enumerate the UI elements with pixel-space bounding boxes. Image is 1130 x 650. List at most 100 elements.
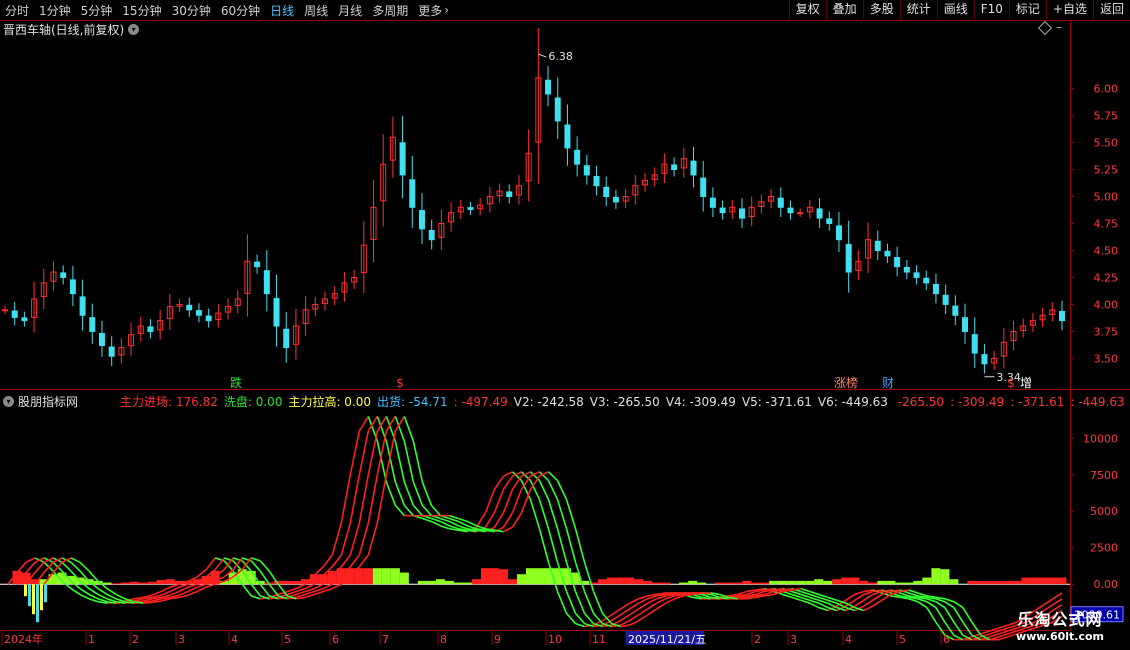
diamond-icon[interactable] xyxy=(1037,20,1053,36)
candle-body xyxy=(399,142,406,176)
indicator-line xyxy=(836,599,847,607)
toolbar-button[interactable]: 返回 xyxy=(1092,0,1130,19)
indicator-line xyxy=(574,612,586,625)
timeframe-tab[interactable]: 1分钟 xyxy=(39,2,71,19)
toolbar-button[interactable]: +自选 xyxy=(1045,0,1093,19)
candle-body xyxy=(1020,325,1027,332)
indicator-line xyxy=(935,621,946,636)
indicator-line xyxy=(529,499,541,529)
indicator-line xyxy=(565,528,577,563)
indicator-line xyxy=(872,589,883,594)
candle-body xyxy=(923,277,930,284)
price-tick-label: 4.50 xyxy=(1094,244,1119,257)
date-label: 2025/11/21/五 xyxy=(628,633,706,646)
timeframe-tab[interactable]: 15分钟 xyxy=(122,2,161,19)
indicator-tick-label: 7500 xyxy=(1090,469,1118,482)
indicator-line xyxy=(223,557,234,562)
indicator-line xyxy=(422,514,432,520)
indicator-line xyxy=(638,608,649,616)
candle-body xyxy=(283,328,290,349)
indicator-line xyxy=(899,592,910,597)
indicator-line xyxy=(755,590,765,596)
candle-body xyxy=(632,185,639,196)
toolbar-button[interactable]: 复权 xyxy=(788,0,826,19)
candle-body xyxy=(234,298,241,306)
indicator-line xyxy=(241,560,252,572)
indicator-line xyxy=(710,592,720,596)
indicator-line xyxy=(196,576,207,583)
histogram-bar xyxy=(823,580,833,585)
toolbar-button[interactable]: 统计 xyxy=(899,0,937,19)
indicator-line xyxy=(683,592,693,596)
dropdown-circle-icon[interactable]: ▾ xyxy=(128,24,140,35)
indicator-line xyxy=(593,624,603,628)
toolbar-button[interactable]: F10 xyxy=(973,0,1009,19)
indicator-line xyxy=(593,622,603,628)
timeframe-tab[interactable]: 分时 xyxy=(5,2,29,19)
more-chevron-icon[interactable]: › xyxy=(444,3,449,17)
indicator-line xyxy=(926,607,937,623)
indicator-line xyxy=(287,596,297,600)
histogram-bar xyxy=(228,572,238,585)
date-label: 5 xyxy=(899,633,906,646)
price-tick-label: 5.75 xyxy=(1094,110,1119,123)
indicator-line xyxy=(755,593,765,597)
indicator-line xyxy=(782,589,792,593)
indicator-line xyxy=(692,593,702,599)
indicator-line xyxy=(926,595,937,599)
indicator-line xyxy=(872,593,883,601)
histogram-bar xyxy=(535,568,545,585)
toolbar-button[interactable]: 叠加 xyxy=(825,0,863,19)
timeframe-tab[interactable]: 月线 xyxy=(338,2,362,19)
candle-body xyxy=(370,206,377,240)
indicator-line xyxy=(52,561,63,572)
indicator-line xyxy=(178,594,189,599)
histogram-bar xyxy=(634,579,644,585)
indicator-line xyxy=(61,561,72,572)
histogram-bar xyxy=(607,577,617,585)
timeframe-tab[interactable]: 5分钟 xyxy=(81,2,113,19)
timeframe-tab[interactable]: 更多 xyxy=(418,2,442,19)
toolbar-button[interactable]: 画线 xyxy=(936,0,974,19)
indicator-line xyxy=(268,583,279,597)
histogram-bar xyxy=(201,575,211,585)
indicator-line xyxy=(935,596,946,600)
indicator-line xyxy=(485,529,495,533)
indicator-line xyxy=(737,595,747,599)
timeframe-tab[interactable]: 60分钟 xyxy=(221,2,260,19)
indicator-line xyxy=(313,574,324,585)
indicator-line xyxy=(97,593,108,600)
timeframe-tab[interactable]: 周线 xyxy=(304,2,328,19)
indicator-line xyxy=(331,522,343,556)
indicator-line xyxy=(376,416,388,442)
indicator-value: V4: -309.49 xyxy=(665,395,736,409)
toolbar-button[interactable]: 多股 xyxy=(862,0,900,19)
timeframe-tab[interactable]: 30分钟 xyxy=(172,2,211,19)
indicator-line xyxy=(547,471,559,482)
indicator-line xyxy=(143,596,153,600)
toolbar-button[interactable]: 标记 xyxy=(1008,0,1046,19)
indicator-line xyxy=(953,634,964,641)
timeframe-tab[interactable]: 多周期 xyxy=(372,2,408,19)
indicator-line xyxy=(205,580,216,585)
candle-body xyxy=(205,315,212,322)
indicator-line xyxy=(241,570,252,585)
indicator-line xyxy=(899,595,909,599)
event-marker: 涨榜 xyxy=(834,375,858,390)
indicator-line xyxy=(287,587,297,593)
indicator-line xyxy=(737,596,747,600)
indicator-tick-label: 5000 xyxy=(1090,505,1118,518)
timeframe-tab[interactable]: 日线 xyxy=(270,2,294,19)
indicator-line xyxy=(746,589,756,593)
indicator-line xyxy=(151,594,162,599)
indicator-line xyxy=(125,601,135,604)
candle-body xyxy=(574,149,581,165)
indicator-line xyxy=(683,593,693,599)
main-pane-title: 晋西车轴(日线,前复权) ▾ xyxy=(3,21,140,38)
indicator-line xyxy=(43,557,54,564)
candle-body xyxy=(322,298,329,305)
minus-icon[interactable]: – xyxy=(1056,20,1062,34)
histogram-bar xyxy=(120,582,130,585)
histogram-bar xyxy=(589,582,599,585)
dropdown-circle-icon[interactable]: ▾ xyxy=(3,396,14,407)
